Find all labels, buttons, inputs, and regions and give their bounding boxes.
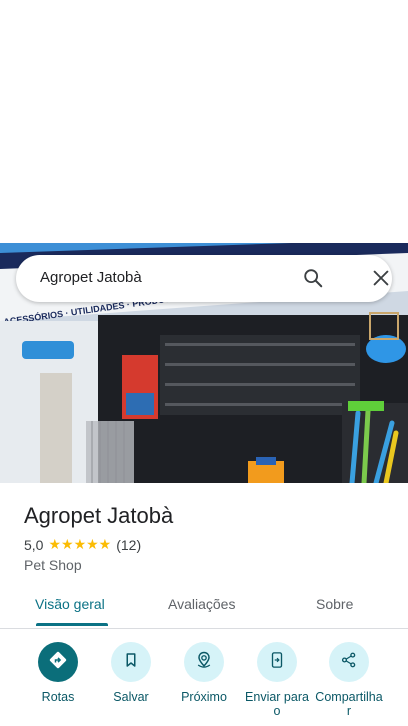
rating-value: 5,0 — [24, 536, 44, 553]
nearby-button[interactable]: Próximo — [171, 642, 237, 704]
send-to-phone-icon — [268, 650, 286, 675]
bookmark-icon — [122, 651, 140, 674]
close-icon[interactable] — [370, 267, 392, 289]
share-label: Compartilhar — [315, 690, 383, 718]
share-button[interactable]: Compartilhar — [315, 642, 383, 718]
tab-about[interactable]: Sobre — [316, 596, 353, 612]
directions-label: Rotas — [41, 690, 75, 704]
save-label: Salvar — [113, 690, 149, 704]
rating-row[interactable]: 5,0 ★★★★★ (12) — [24, 536, 141, 553]
save-button[interactable]: Salvar — [98, 642, 164, 704]
tab-bar: Visão geral Avaliações Sobre — [0, 588, 408, 629]
send-to-phone-label: Enviar para o — [245, 690, 309, 718]
place-title: Agropet Jatobà — [24, 503, 174, 528]
nearby-label: Próximo — [181, 690, 227, 704]
nearby-icon — [194, 650, 214, 675]
review-count: (12) — [116, 536, 142, 553]
tab-active-indicator — [36, 623, 108, 626]
tab-overview[interactable]: Visão geral — [35, 596, 105, 612]
place-category[interactable]: Pet Shop — [24, 557, 82, 573]
directions-icon — [48, 650, 68, 675]
star-rating-icon: ★★★★★ — [48, 536, 112, 552]
search-bar[interactable]: Agropet Jatobà — [16, 255, 392, 302]
search-input[interactable]: Agropet Jatobà — [40, 269, 142, 286]
tab-reviews[interactable]: Avaliações — [168, 596, 235, 612]
share-icon — [340, 651, 358, 674]
send-to-phone-button[interactable]: Enviar para o — [244, 642, 310, 718]
directions-button[interactable]: Rotas — [25, 642, 91, 704]
search-icon[interactable] — [302, 267, 324, 289]
